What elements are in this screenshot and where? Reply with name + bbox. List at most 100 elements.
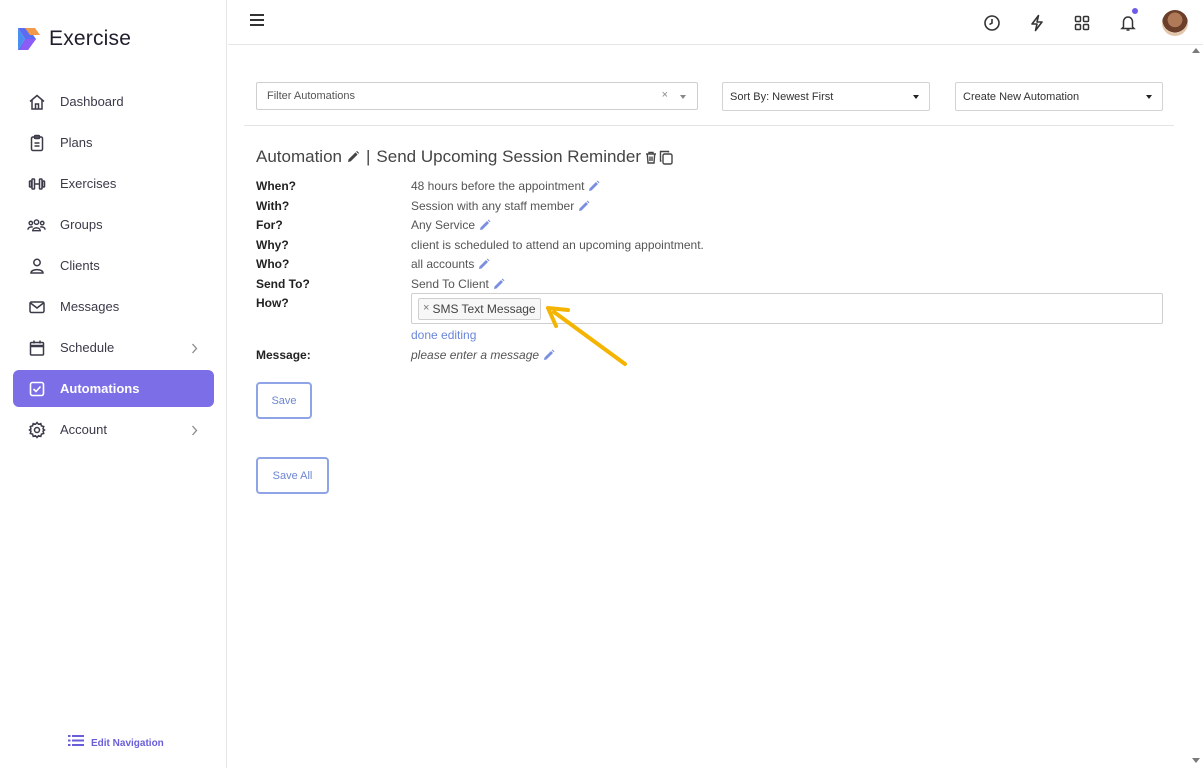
- sidebar-item-automations[interactable]: Automations: [13, 370, 214, 407]
- sidebar-item-label: Account: [60, 422, 107, 437]
- sidebar-item-groups[interactable]: Groups: [13, 206, 214, 243]
- sidebar-item-dashboard[interactable]: Dashboard: [13, 83, 214, 120]
- create-automation-label: Create New Automation: [963, 91, 1080, 103]
- brand[interactable]: Exercise: [16, 26, 131, 52]
- list-icon: [68, 734, 84, 752]
- sidebar-item-label: Groups: [60, 217, 103, 232]
- sidebar-item-exercises[interactable]: Exercises: [13, 165, 214, 202]
- top-bar: [228, 0, 1203, 45]
- why-value: client is scheduled to attend an upcomin…: [411, 238, 704, 252]
- sidebar-item-label: Clients: [60, 258, 100, 273]
- for-text: Any Service: [411, 218, 476, 232]
- who-value: all accounts: [411, 257, 490, 271]
- clear-filter-icon[interactable]: ×: [662, 89, 668, 101]
- automation-heading: Automation: [256, 147, 342, 166]
- lightning-icon[interactable]: [1026, 12, 1048, 34]
- done-editing-link[interactable]: done editing: [411, 328, 476, 342]
- when-text: 48 hours before the appointment: [411, 179, 585, 193]
- message-text: please enter a message: [411, 348, 540, 362]
- user-icon: [27, 256, 46, 275]
- menu-toggle-icon[interactable]: [250, 14, 264, 28]
- sidebar-item-clients[interactable]: Clients: [13, 247, 214, 284]
- chevron-right-icon: [191, 423, 198, 441]
- sidebar-item-account[interactable]: Account: [13, 411, 214, 448]
- edit-pencil-icon[interactable]: [588, 180, 600, 192]
- sort-by-label: Sort By: Newest First: [730, 91, 834, 103]
- chevron-down-icon[interactable]: [680, 95, 686, 99]
- notification-dot: [1132, 8, 1138, 14]
- apps-grid-icon[interactable]: [1071, 12, 1093, 34]
- trash-icon[interactable]: [645, 151, 657, 164]
- chevron-down-icon: [913, 95, 919, 99]
- chevron-right-icon: [191, 341, 198, 359]
- brand-logo-icon: [16, 26, 41, 52]
- edit-pencil-icon[interactable]: [346, 150, 360, 164]
- sidebar-item-label: Messages: [60, 299, 120, 314]
- annotation-arrow-icon: [546, 306, 627, 366]
- why-label: Why?: [256, 238, 289, 252]
- edit-pencil-icon[interactable]: [493, 278, 505, 290]
- how-tag-input[interactable]: × SMS Text Message: [411, 293, 1163, 324]
- dumbbell-icon: [27, 174, 46, 193]
- scrollbar[interactable]: [1189, 45, 1203, 768]
- users-icon: [27, 215, 46, 234]
- automation-title: Automation | Send Upcoming Session Remin…: [256, 147, 673, 167]
- tag-label: SMS Text Message: [432, 302, 536, 316]
- sidebar-item-label: Plans: [60, 135, 93, 150]
- brand-name: Exercise: [49, 27, 132, 50]
- avatar[interactable]: [1162, 10, 1188, 36]
- create-automation-select[interactable]: Create New Automation: [955, 82, 1163, 111]
- automation-name: Send Upcoming Session Reminder: [376, 147, 642, 166]
- edit-pencil-icon[interactable]: [478, 258, 490, 270]
- divider: [244, 125, 1174, 126]
- save-button[interactable]: Save: [256, 382, 312, 419]
- who-text: all accounts: [411, 257, 475, 271]
- sort-by-select[interactable]: Sort By: Newest First: [722, 82, 930, 111]
- send-to-label: Send To?: [256, 277, 310, 291]
- clipboard-icon: [27, 133, 46, 152]
- sidebar-item-label: Exercises: [60, 176, 117, 191]
- scroll-up-arrow-icon[interactable]: [1192, 48, 1200, 53]
- edit-pencil-icon[interactable]: [578, 200, 590, 212]
- gear-icon: [27, 420, 46, 439]
- filter-placeholder: Filter Automations: [267, 90, 356, 102]
- sidebar-item-label: Automations: [60, 381, 140, 396]
- sidebar-item-schedule[interactable]: Schedule: [13, 329, 214, 366]
- message-label: Message:: [256, 348, 311, 362]
- sidebar-item-label: Dashboard: [60, 94, 124, 109]
- who-label: Who?: [256, 257, 290, 271]
- why-text: client is scheduled to attend an upcomin…: [411, 238, 704, 252]
- for-label: For?: [256, 218, 283, 232]
- bell-icon[interactable]: [1117, 8, 1139, 34]
- home-icon: [27, 92, 46, 111]
- title-separator: |: [366, 147, 371, 166]
- remove-tag-icon[interactable]: ×: [423, 302, 429, 314]
- check-square-icon: [27, 379, 46, 398]
- clock-icon[interactable]: [981, 12, 1003, 34]
- sidebar-item-plans[interactable]: Plans: [13, 124, 214, 161]
- sidebar-item-messages[interactable]: Messages: [13, 288, 214, 325]
- edit-pencil-icon[interactable]: [479, 219, 491, 231]
- with-label: With?: [256, 199, 290, 213]
- sidebar-item-label: Schedule: [60, 340, 115, 355]
- calendar-icon: [27, 338, 46, 357]
- for-value: Any Service: [411, 218, 491, 232]
- sms-text-message-tag: × SMS Text Message: [418, 298, 541, 320]
- with-value: Session with any staff member: [411, 199, 590, 213]
- envelope-icon: [27, 297, 46, 316]
- chevron-down-icon: [1146, 95, 1152, 99]
- edit-navigation-label: Edit Navigation: [91, 737, 164, 749]
- sidebar-nav: Dashboard Plans Exercises Groups Clients: [13, 83, 214, 452]
- edit-navigation-button[interactable]: Edit Navigation: [68, 734, 164, 752]
- send-to-value: Send To Client: [411, 277, 505, 291]
- copy-icon[interactable]: [659, 150, 673, 165]
- sidebar: Exercise Dashboard Plans Exercises Group…: [0, 0, 227, 768]
- filter-automations-input[interactable]: Filter Automations ×: [256, 82, 698, 110]
- send-to-text: Send To Client: [411, 277, 489, 291]
- with-text: Session with any staff member: [411, 199, 575, 213]
- save-all-button[interactable]: Save All: [256, 457, 329, 494]
- when-value: 48 hours before the appointment: [411, 179, 600, 193]
- when-label: When?: [256, 179, 296, 193]
- message-value: please enter a message: [411, 348, 555, 362]
- scroll-down-arrow-icon[interactable]: [1192, 758, 1200, 763]
